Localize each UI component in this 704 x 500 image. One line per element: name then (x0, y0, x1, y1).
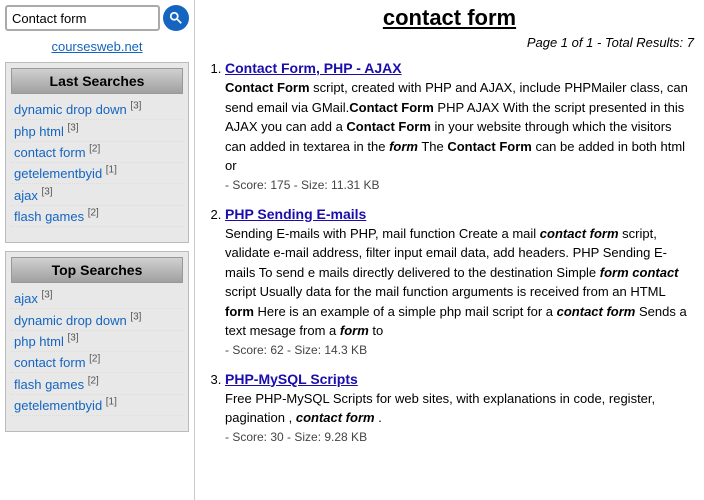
result-score: - Score: 175 - Size: 11.31 KB (225, 178, 694, 192)
result-score: - Score: 62 - Size: 14.3 KB (225, 343, 694, 357)
result-item: PHP-MySQL Scripts Free PHP-MySQL Scripts … (225, 371, 694, 444)
last-search-link[interactable]: dynamic drop down [3] (14, 102, 141, 117)
search-button[interactable] (163, 5, 189, 31)
main-content: contact form Page 1 of 1 - Total Results… (195, 0, 704, 500)
last-search-link[interactable]: php html [3] (14, 124, 79, 139)
top-search-item[interactable]: contact form [2] (11, 352, 183, 373)
last-searches-list: dynamic drop down [3] php html [3] contact… (11, 99, 183, 227)
last-search-item[interactable]: getelementbyid [1] (11, 163, 183, 184)
top-searches-section: Top Searches ajax [3] dynamic drop down [… (5, 251, 189, 432)
top-search-link[interactable]: getelementbyid [1] (14, 398, 117, 413)
top-searches-header: Top Searches (11, 257, 183, 283)
top-search-link[interactable]: dynamic drop down [3] (14, 313, 141, 328)
results-list: Contact Form, PHP - AJAX Contact Form scr… (205, 60, 694, 444)
top-search-item[interactable]: flash games [2] (11, 373, 183, 394)
result-description: Contact Form script, created with PHP an… (225, 78, 694, 176)
last-search-item[interactable]: php html [3] (11, 120, 183, 141)
last-search-link[interactable]: flash games [2] (14, 209, 99, 224)
last-search-item[interactable]: ajax [3] (11, 184, 183, 205)
top-search-link[interactable]: php html [3] (14, 334, 79, 349)
last-search-link[interactable]: ajax [3] (14, 188, 53, 203)
top-search-item[interactable]: php html [3] (11, 331, 183, 352)
top-search-link[interactable]: ajax [3] (14, 291, 53, 306)
top-searches-list: ajax [3] dynamic drop down [3] php html [3… (11, 288, 183, 416)
page-title: contact form (205, 5, 694, 31)
top-search-link[interactable]: contact form [2] (14, 355, 100, 370)
results-info: Page 1 of 1 - Total Results: 7 (205, 35, 694, 50)
sidebar: coursesweb.net Last Searches dynamic dro… (0, 0, 195, 500)
last-search-item[interactable]: contact form [2] (11, 142, 183, 163)
last-search-link[interactable]: contact form [2] (14, 145, 100, 160)
result-title[interactable]: PHP Sending E-mails (225, 206, 366, 222)
result-description: Sending E-mails with PHP, mail function … (225, 224, 694, 341)
top-search-item[interactable]: ajax [3] (11, 288, 183, 309)
last-searches-header: Last Searches (11, 68, 183, 94)
last-search-item[interactable]: flash games [2] (11, 206, 183, 227)
result-description: Free PHP-MySQL Scripts for web sites, wi… (225, 389, 694, 428)
top-search-item[interactable]: getelementbyid [1] (11, 395, 183, 416)
top-search-link[interactable]: flash games [2] (14, 377, 99, 392)
result-title[interactable]: Contact Form, PHP - AJAX (225, 60, 402, 76)
search-input[interactable] (5, 5, 160, 31)
search-box-row (5, 5, 189, 31)
search-icon (169, 11, 183, 25)
result-score: - Score: 30 - Size: 9.28 KB (225, 430, 694, 444)
last-search-item[interactable]: dynamic drop down [3] (11, 99, 183, 120)
last-searches-section: Last Searches dynamic drop down [3] php h… (5, 62, 189, 243)
result-item: Contact Form, PHP - AJAX Contact Form scr… (225, 60, 694, 192)
site-link[interactable]: coursesweb.net (5, 39, 189, 54)
last-search-link[interactable]: getelementbyid [1] (14, 166, 117, 181)
top-search-item[interactable]: dynamic drop down [3] (11, 309, 183, 330)
result-item: PHP Sending E-mails Sending E-mails with … (225, 206, 694, 357)
result-title[interactable]: PHP-MySQL Scripts (225, 371, 358, 387)
